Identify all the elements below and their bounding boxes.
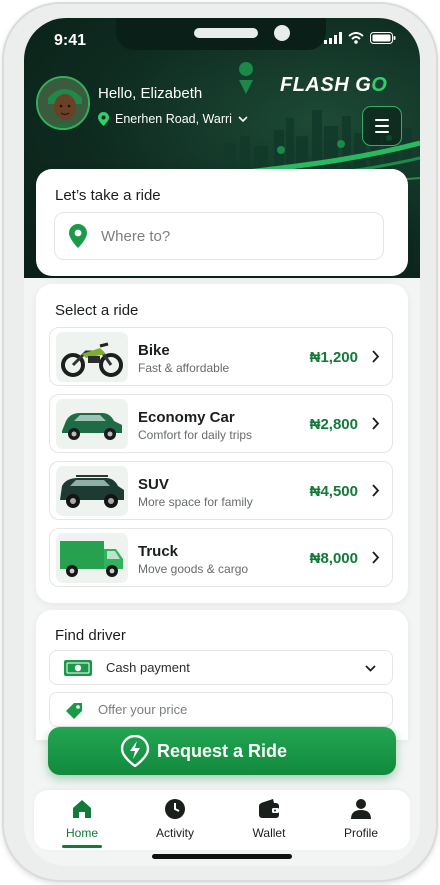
tab-activity[interactable]: Activity xyxy=(140,798,210,840)
truck-icon xyxy=(56,533,128,583)
ride-option-name: Truck xyxy=(138,543,179,560)
status-time: 9:41 xyxy=(54,32,87,49)
ride-option-name: Bike xyxy=(138,342,170,359)
map-pin-icon xyxy=(69,224,87,248)
avatar[interactable] xyxy=(36,76,90,130)
ride-option-price: ₦8,000 xyxy=(309,550,358,567)
ride-option-description: Comfort for daily trips xyxy=(138,428,253,442)
ride-option-bike[interactable]: Bike Fast & affordable ₦1,200 xyxy=(49,327,393,386)
ride-option-price: ₦4,500 xyxy=(309,483,358,500)
wifi-icon xyxy=(348,32,364,44)
ride-option-description: More space for family xyxy=(138,495,253,509)
ride-option-price: ₦1,200 xyxy=(309,349,358,366)
tab-label: Wallet xyxy=(252,826,286,840)
ride-option-price: ₦2,800 xyxy=(309,416,358,433)
menu-icon-line xyxy=(375,131,389,133)
where-to-input[interactable] xyxy=(101,227,351,245)
tab-label: Profile xyxy=(343,826,378,840)
ride-option-name: Economy Car xyxy=(138,409,235,426)
chevron-right-icon xyxy=(372,551,380,564)
active-tab-indicator xyxy=(62,845,102,848)
chevron-right-icon xyxy=(372,417,380,430)
find-driver-card: Find driver Cash payment xyxy=(36,610,408,740)
request-ride-button[interactable]: Request a Ride xyxy=(48,727,396,775)
user-icon xyxy=(351,799,371,819)
app-screen: 9:41 Hello, Elizabeth Enerhen Road, Warr… xyxy=(24,18,420,866)
tab-profile[interactable]: Profile xyxy=(326,798,396,840)
tab-label: Activity xyxy=(155,826,194,840)
greeting-text: Hello, Elizabeth xyxy=(98,85,203,102)
ride-option-suv[interactable]: SUV More space for family ₦4,500 xyxy=(49,461,393,520)
location-selector[interactable]: Enerhen Road, Warri xyxy=(98,112,248,126)
select-ride-title: Select a ride xyxy=(55,302,139,319)
car-icon xyxy=(56,399,128,449)
speaker-grille xyxy=(194,28,258,38)
request-ride-label: Request a Ride xyxy=(156,740,288,761)
ride-option-truck[interactable]: Truck Move goods & cargo ₦8,000 xyxy=(49,528,393,587)
ride-card-title: Let’s take a ride xyxy=(55,187,161,204)
destination-search[interactable] xyxy=(54,212,384,260)
menu-icon-line xyxy=(375,119,389,121)
chevron-right-icon xyxy=(372,484,380,497)
tab-wallet[interactable]: Wallet xyxy=(234,798,304,840)
lightning-pin-icon xyxy=(120,735,150,767)
motorbike-icon xyxy=(56,332,128,382)
price-tag-icon xyxy=(66,702,82,719)
ride-card: Let’s take a ride xyxy=(36,169,408,276)
ride-option-economy-car[interactable]: Economy Car Comfort for daily trips ₦2,8… xyxy=(49,394,393,453)
location-text: Enerhen Road, Warri xyxy=(115,112,232,126)
offer-price-field[interactable] xyxy=(49,692,393,727)
ride-option-name: SUV xyxy=(138,476,169,493)
front-camera xyxy=(274,25,290,41)
suv-icon xyxy=(56,466,128,516)
tab-label: Home xyxy=(65,826,98,840)
chevron-down-icon xyxy=(365,665,376,672)
tab-home[interactable]: Home xyxy=(47,798,117,840)
brand-logo-text: FLASH G xyxy=(280,74,372,96)
wallet-icon xyxy=(259,799,279,818)
battery-icon xyxy=(370,32,396,44)
menu-button[interactable] xyxy=(362,106,402,146)
phone-frame: 9:41 Hello, Elizabeth Enerhen Road, Warr… xyxy=(2,2,438,882)
payment-method-select[interactable]: Cash payment xyxy=(49,650,393,685)
clock-icon xyxy=(165,799,185,819)
ride-option-description: Fast & affordable xyxy=(138,361,230,375)
signal-icon xyxy=(324,32,342,44)
bottom-tab-bar: Home Activity Wallet Profile xyxy=(34,790,410,850)
ride-option-description: Move goods & cargo xyxy=(138,562,249,576)
device-notch xyxy=(116,18,326,50)
cash-icon xyxy=(64,659,92,676)
brand-logo-accent: O xyxy=(371,74,388,96)
status-icons xyxy=(324,32,396,44)
brand-logo: FLASH GO xyxy=(280,74,387,97)
find-driver-title: Find driver xyxy=(55,627,126,644)
chevron-down-icon xyxy=(238,115,248,122)
payment-method-label: Cash payment xyxy=(106,660,190,675)
map-pin-icon xyxy=(98,112,109,126)
home-icon xyxy=(73,800,91,818)
offer-price-input[interactable] xyxy=(98,702,338,717)
select-ride-card: Select a ride Bike Fast & affordable ₦1,… xyxy=(36,284,408,603)
home-indicator xyxy=(152,854,292,859)
menu-icon-line xyxy=(375,125,389,127)
chevron-right-icon xyxy=(372,350,380,363)
